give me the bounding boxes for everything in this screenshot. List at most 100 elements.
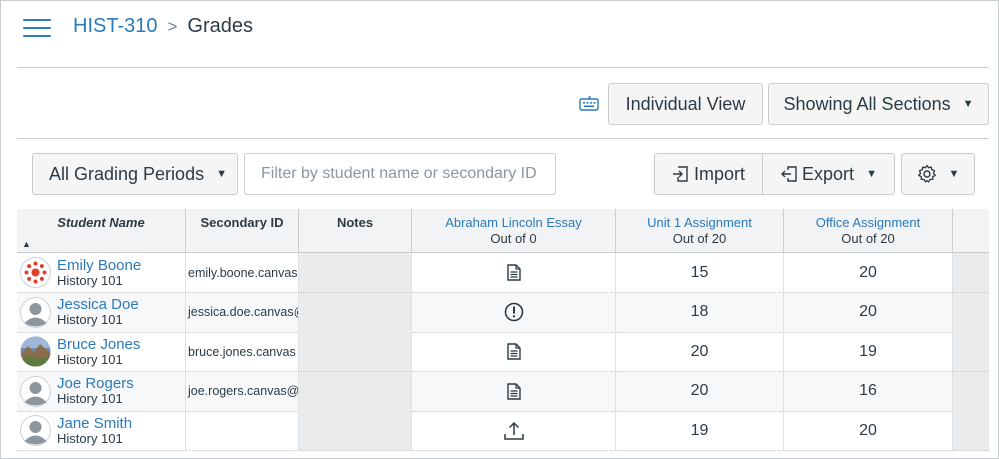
column-header-assignment[interactable]: Abraham Lincoln Essay Out of 0: [412, 209, 616, 253]
warning-icon: [504, 302, 524, 322]
settings-dropdown[interactable]: ▼: [901, 153, 975, 195]
secondary-id-cell: jessica.doe.canvas@: [186, 292, 299, 333]
upload-icon: [503, 420, 525, 442]
grade-cell[interactable]: [412, 332, 616, 372]
column-header-secondary-id[interactable]: Secondary ID: [186, 209, 299, 253]
grade-cell[interactable]: 15: [616, 253, 784, 293]
secondary-id-cell: emily.boone.canvas: [186, 253, 299, 293]
total-cell: [953, 411, 989, 451]
secondary-id-value: emily.boone.canvas: [188, 265, 298, 280]
secondary-id-value: jessica.doe.canvas@: [188, 305, 299, 319]
column-header-total: [953, 209, 989, 253]
grade-cell[interactable]: [412, 253, 616, 293]
grading-periods-dropdown[interactable]: All Grading Periods ▼: [32, 153, 238, 195]
breadcrumb-current-page: Grades: [187, 15, 254, 37]
document-icon: [506, 264, 521, 281]
grade-cell[interactable]: 20: [616, 371, 784, 412]
grade-value: 19: [690, 421, 709, 439]
student-cell: Jessica Doe History 101: [17, 292, 186, 333]
student-section: History 101: [57, 430, 123, 446]
caret-down-icon: ▼: [216, 168, 227, 180]
assignment-name-link[interactable]: Unit 1 Assignment: [616, 209, 783, 230]
avatar[interactable]: [20, 375, 51, 407]
student-name-link[interactable]: Bruce Jones: [57, 337, 140, 352]
student-section: History 101: [57, 272, 123, 288]
student-section: History 101: [57, 391, 123, 406]
student-section: History 101: [57, 351, 123, 367]
notes-cell[interactable]: [299, 292, 412, 333]
column-header-notes[interactable]: Notes: [299, 209, 412, 253]
hamburger-menu-icon[interactable]: [23, 16, 53, 40]
secondary-id-header-label: Secondary ID: [200, 215, 284, 230]
grade-cell[interactable]: 20: [784, 411, 953, 451]
secondary-id-value: bruce.jones.canvas: [188, 344, 296, 359]
grade-value: 18: [690, 303, 709, 320]
grade-cell[interactable]: 20: [784, 253, 953, 293]
individual-view-button[interactable]: Individual View: [608, 83, 763, 125]
notes-cell[interactable]: [299, 371, 412, 412]
grade-cell[interactable]: [412, 371, 616, 412]
import-button[interactable]: Import: [654, 153, 763, 195]
grade-cell[interactable]: 19: [784, 332, 953, 372]
grade-cell[interactable]: 18: [616, 292, 784, 333]
notes-header-label: Notes: [336, 215, 374, 230]
assignment-points: Out of 20: [841, 231, 895, 246]
total-cell: [953, 253, 989, 293]
column-header-student-name[interactable]: Student Name ▲: [17, 209, 186, 253]
notes-cell[interactable]: [299, 253, 412, 293]
assignment-name-link[interactable]: Office Assignment: [784, 209, 952, 230]
keyboard-shortcuts-icon[interactable]: [579, 96, 599, 112]
grade-cell[interactable]: 20: [616, 332, 784, 372]
grade-cell[interactable]: 20: [784, 292, 953, 333]
student-cell: Bruce Jones History 101: [17, 332, 186, 372]
grade-cell[interactable]: 19: [616, 411, 784, 451]
sections-dropdown[interactable]: Showing All Sections ▼: [768, 83, 989, 125]
student-name-link[interactable]: Joe Rogers: [57, 376, 134, 391]
grade-value: 20: [690, 382, 709, 399]
assignment-points: Out of 0: [490, 231, 537, 246]
breadcrumb-course-link[interactable]: HIST-310: [73, 15, 157, 38]
table-row: Bruce Jones History 101 bruce.jones.canvas…: [17, 332, 989, 372]
caret-down-icon: ▼: [962, 98, 974, 110]
grading-periods-label: All Grading Periods: [49, 163, 205, 184]
grade-cell[interactable]: 16: [784, 371, 953, 412]
sort-ascending-icon[interactable]: ▲: [22, 239, 31, 249]
grade-value: 15: [690, 263, 709, 281]
total-cell: [953, 371, 989, 412]
export-dropdown[interactable]: Export ▼: [762, 153, 895, 195]
import-icon: [672, 165, 690, 183]
notes-cell[interactable]: [299, 332, 412, 372]
document-icon: [506, 382, 521, 400]
grade-value: 20: [690, 342, 709, 360]
table-row: Joe Rogers History 101 joe.rogers.canvas@ 2…: [17, 371, 989, 412]
grade-value: 19: [859, 342, 877, 360]
grade-cell[interactable]: [412, 292, 616, 333]
assignment-points: Out of 20: [672, 231, 727, 246]
caret-down-icon: ▼: [948, 168, 960, 180]
avatar[interactable]: [20, 257, 51, 288]
export-label: Export: [802, 163, 855, 184]
toolbar-divider: [17, 138, 989, 139]
student-name-link[interactable]: Jessica Doe: [57, 297, 139, 312]
avatar[interactable]: [20, 415, 51, 446]
sections-label: Showing All Sections: [783, 93, 951, 114]
header-divider: [17, 67, 989, 68]
avatar[interactable]: [20, 296, 51, 328]
breadcrumb-separator: >: [167, 16, 178, 36]
column-header-assignment[interactable]: Office Assignment Out of 20: [784, 209, 953, 253]
gear-icon: [917, 164, 937, 184]
student-section: History 101: [57, 312, 123, 327]
grade-value: 20: [859, 303, 877, 320]
notes-cell[interactable]: [299, 411, 412, 451]
assignment-name-link[interactable]: Abraham Lincoln Essay: [412, 209, 615, 230]
document-icon: [506, 343, 521, 360]
student-search-input[interactable]: [244, 153, 556, 195]
student-name-header-label: Student Name: [57, 215, 145, 230]
column-header-assignment[interactable]: Unit 1 Assignment Out of 20: [616, 209, 784, 253]
student-name-link[interactable]: Emily Boone: [57, 258, 141, 273]
secondary-id-value: joe.rogers.canvas@: [188, 384, 299, 398]
grade-cell[interactable]: [412, 411, 616, 451]
avatar[interactable]: [20, 336, 51, 367]
table-row: Jessica Doe History 101 jessica.doe.canvas…: [17, 292, 989, 333]
student-name-link[interactable]: Jane Smith: [57, 416, 132, 431]
